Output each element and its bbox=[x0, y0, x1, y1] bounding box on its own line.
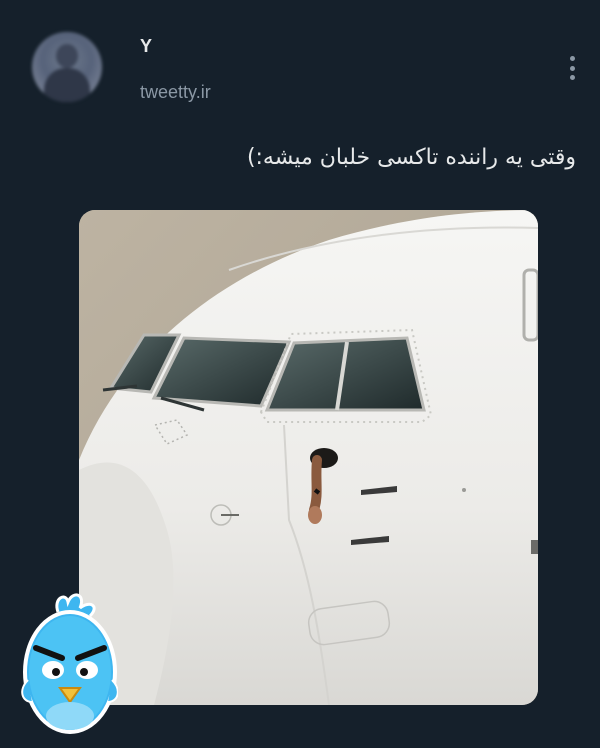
author-name[interactable]: Y bbox=[140, 36, 152, 57]
tweet-text: وقتی یه راننده تاکسی خلبان میشه:) bbox=[246, 145, 576, 170]
more-dot bbox=[569, 56, 575, 61]
avatar-torso bbox=[44, 68, 90, 102]
author-avatar[interactable] bbox=[32, 32, 102, 102]
avatar-head bbox=[56, 44, 78, 68]
more-options-icon[interactable] bbox=[562, 54, 582, 82]
more-dot bbox=[569, 75, 575, 80]
author-handle[interactable]: tweetty.ir bbox=[140, 82, 211, 103]
more-dot bbox=[569, 65, 575, 71]
tweet-media-image[interactable] bbox=[79, 210, 538, 705]
angry-bird-sticker-icon bbox=[18, 590, 119, 740]
